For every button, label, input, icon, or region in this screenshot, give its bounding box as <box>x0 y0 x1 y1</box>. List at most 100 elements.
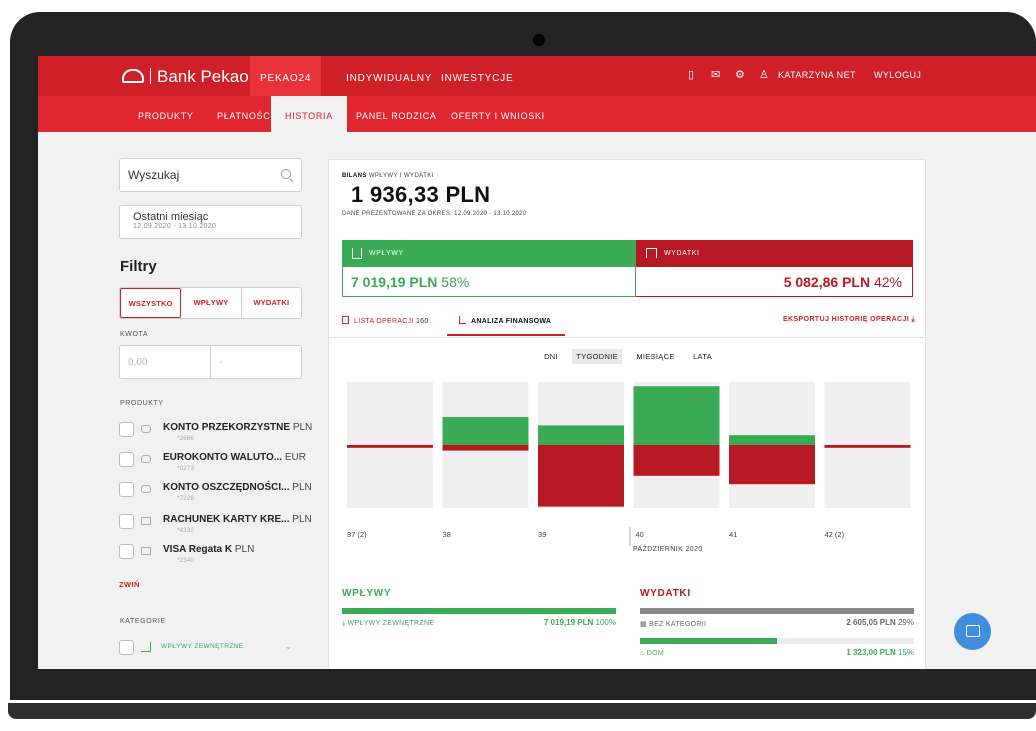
expense-category-pct: 15% <box>897 648 914 657</box>
subtab-oferty[interactable]: OFERTY I WNIOSKI <box>437 96 559 132</box>
tab-financial-analysis[interactable]: ANALIZA FINANSOWA <box>447 316 566 336</box>
subtab-panel-rodzica[interactable]: PANEL RODZICA <box>342 96 451 132</box>
brand-logo[interactable]: Bank Pekao <box>122 67 249 87</box>
document-icon[interactable]: ▯ <box>688 68 694 81</box>
period-range: 12.09.2020 - 13.10.2020 <box>133 223 217 230</box>
expense-category-row[interactable]: ⌂ DOM 1 323,00 PLN 15% <box>640 648 914 662</box>
tab-operations-list[interactable]: LISTA OPERACJI 160 <box>342 316 429 325</box>
operations-count: 160 <box>415 318 429 325</box>
week-tick-label: 39 <box>538 530 546 539</box>
product-name: VISA Regata K <box>163 544 233 555</box>
filter-expenses-button[interactable]: WYDATKI <box>242 288 301 318</box>
subtab-produkty[interactable]: PRODUKTY <box>124 96 208 132</box>
period-weeks-button[interactable]: TYGODNIE <box>572 349 622 364</box>
expenses-icon <box>646 248 657 258</box>
expense-bar <box>824 445 911 448</box>
week-tick-label: 42 (2) <box>825 530 845 539</box>
product-item[interactable]: KONTO OSZCZĘDNOŚCI... PLN *7228 <box>119 480 312 508</box>
chevron-down-icon[interactable]: ⌄ <box>284 641 292 652</box>
search-input[interactable] <box>120 159 270 191</box>
list-icon <box>342 316 349 324</box>
income-icon <box>352 248 362 259</box>
product-number: *4332 <box>177 527 194 534</box>
period-months-button[interactable]: MIESIĄCE <box>632 349 678 364</box>
expenses-summary: WYDATKI ▦ BEZ KATEGORII 2 605,05 PLN 29%… <box>640 588 914 662</box>
card-icon <box>141 517 151 525</box>
product-currency: PLN <box>292 482 312 493</box>
collapse-link[interactable]: ZWIŃ <box>119 580 140 589</box>
expense-category-fill <box>640 638 777 644</box>
product-checkbox[interactable] <box>119 544 134 559</box>
brand-name: Bank Pekao <box>157 67 249 86</box>
categories-label: KATEGORIE <box>120 618 166 625</box>
chat-button[interactable] <box>954 613 991 650</box>
product-item[interactable]: VISA Regata K PLN *2340 <box>119 542 302 570</box>
gear-icon[interactable]: ⚙ <box>735 68 745 81</box>
filters-title: Filtry <box>120 258 157 275</box>
income-bar <box>729 435 815 445</box>
expense-category-label: ▦ BEZ KATEGORII <box>640 621 707 628</box>
product-checkbox[interactable] <box>119 514 134 529</box>
app-screen: Bank Pekao PEKAO24 INDYWIDUALNY INWESTYC… <box>38 56 1036 669</box>
period-select[interactable]: Ostatni miesiąc 12.09.2020 - 13.10.2020 <box>119 205 302 239</box>
expense-bar <box>633 445 720 476</box>
expenses-summary-title: WYDATKI <box>640 588 691 599</box>
week-tick-label: 40 <box>636 530 644 539</box>
amount-label: KWOTA <box>120 331 149 338</box>
products-label: PRODUKTY <box>120 400 164 407</box>
category-checkbox[interactable] <box>119 640 134 655</box>
user-icon[interactable]: ♙ <box>759 68 769 81</box>
product-checkbox[interactable] <box>119 452 134 467</box>
balance-label: BILANS <box>342 173 367 179</box>
balance-card: BILANS WPŁYWY I WYDATKI 1 936,33 PLN DAN… <box>328 159 927 669</box>
toptab-indywidualny[interactable]: INDYWIDUALNY <box>336 56 442 96</box>
week-tick-label: 38 <box>443 530 451 539</box>
income-value: 7 019,19 PLN <box>351 274 438 290</box>
expenses-box[interactable]: WYDATKI 5 082,86 PLN 42% <box>636 240 913 297</box>
expense-category-row[interactable]: ▦ BEZ KATEGORII 2 605,05 PLN 29% <box>640 618 914 632</box>
income-category-row[interactable]: ⤓ WPŁYWY ZEWNĘTRZNE 7 019,19 PLN 100% <box>342 618 616 632</box>
toptab-inwestycje[interactable]: INWESTYCJE <box>431 56 523 96</box>
category-name: WPŁYWY ZEWNĘTRZNE <box>161 643 244 650</box>
expense-bar <box>347 445 433 448</box>
logout-link[interactable]: WYLOGUJ <box>874 70 921 80</box>
balance-sublabel: WPŁYWY I WYDATKI <box>368 173 434 179</box>
laptop-hinge <box>8 703 1036 719</box>
amount-from-input[interactable]: 0,00 <box>120 346 211 378</box>
expenses-value: 5 082,86 PLN <box>783 274 871 290</box>
expense-bar <box>442 445 529 451</box>
income-bar <box>633 386 720 445</box>
user-name[interactable]: KATARZYNA NET <box>778 70 856 80</box>
subtab-historia[interactable]: HISTORIA <box>271 96 347 132</box>
download-icon: ⤓ <box>911 316 915 323</box>
amount-to-input[interactable]: - <box>211 346 301 378</box>
export-history-link[interactable]: EKSPORTUJ HISTORIĘ OPERACJI ⤓ <box>783 316 915 324</box>
income-pct: 58% <box>441 274 470 290</box>
period-days-button[interactable]: DNI <box>540 349 562 364</box>
period-switcher: DNI TYGODNIE MIESIĄCE LATA <box>329 346 927 364</box>
product-number: *2666 <box>177 435 194 442</box>
search-icon[interactable] <box>281 169 291 179</box>
category-item[interactable]: WPŁYWY ZEWNĘTRZNE ⌄ <box>119 640 302 658</box>
filter-income-button[interactable]: WPŁYWY <box>181 288 242 318</box>
piggy-bank-icon <box>141 425 151 433</box>
income-box[interactable]: WPŁYWY 7 019,19 PLN 58% <box>342 240 636 297</box>
toptab-pekao24[interactable]: PEKAO24 <box>250 56 322 96</box>
period-years-button[interactable]: LATA <box>689 349 716 364</box>
product-item[interactable]: EUROKONTO WALUTO... EUR *0273 <box>119 450 306 478</box>
expense-category-value: 1 323,00 PLN <box>846 648 896 657</box>
filter-all-button[interactable]: WSZYSTKO <box>120 288 182 318</box>
balance-value: 1 936,33 PLN <box>351 182 491 207</box>
income-category-pct: 100% <box>595 618 616 627</box>
balance-period: DANE PREZENTOWANE ZA OKRES: 12.09.2020 -… <box>342 211 527 217</box>
piggy-bank-icon <box>141 455 151 463</box>
product-item[interactable]: RACHUNEK KARTY KRE... PLN *4332 <box>119 512 312 540</box>
product-currency: EUR <box>284 452 306 463</box>
chart-icon <box>459 316 466 324</box>
mail-icon[interactable]: ✉ <box>711 68 721 81</box>
search-box <box>119 158 302 192</box>
product-checkbox[interactable] <box>119 482 134 497</box>
product-currency: PLN <box>234 544 255 555</box>
product-checkbox[interactable] <box>119 422 134 437</box>
product-item[interactable]: KONTO PRZEKORZYSTNE PLN *2666 <box>119 420 312 448</box>
